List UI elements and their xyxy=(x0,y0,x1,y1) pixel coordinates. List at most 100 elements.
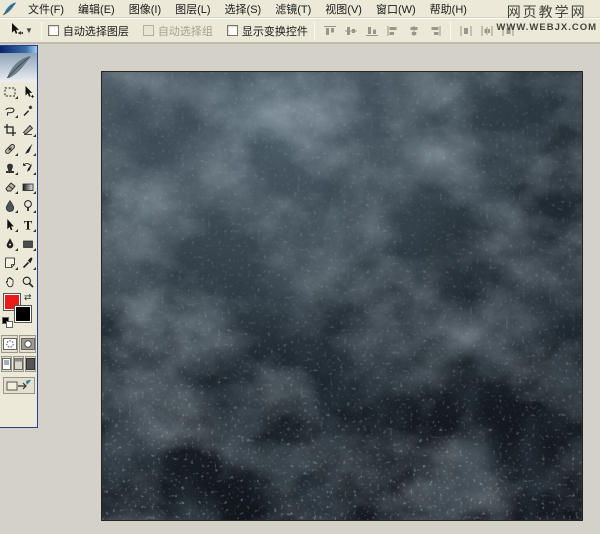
menu-item-window[interactable]: 窗口(W) xyxy=(369,2,423,18)
tool-brush[interactable] xyxy=(19,139,37,158)
chevron-down-icon: ▼ xyxy=(25,25,33,35)
menu-item-help[interactable]: 帮助(H) xyxy=(423,2,474,18)
standard-screen-mode-button[interactable] xyxy=(1,356,12,372)
tool-shape[interactable] xyxy=(19,234,37,253)
tool-history-brush[interactable] xyxy=(19,158,37,177)
grunge-texture-image xyxy=(102,72,582,520)
distribute-horizontal-centers-button[interactable] xyxy=(478,22,496,39)
checkbox-auto-select-group: 自动选择组 xyxy=(142,23,213,39)
fullscreen-menu-icon xyxy=(14,358,23,370)
checkbox-auto-select-layer[interactable]: 自动选择图层 xyxy=(47,23,129,39)
tool-eyedropper[interactable] xyxy=(19,253,37,272)
slice-icon xyxy=(22,124,33,135)
swap-colors-icon[interactable]: ⇄ xyxy=(24,292,32,303)
tool-rectangular-marquee[interactable] xyxy=(1,82,19,101)
align-buttons xyxy=(321,22,444,39)
tools-grid: T xyxy=(0,82,37,291)
tool-preset-picker[interactable]: ▼ xyxy=(6,21,35,40)
imageready-icon xyxy=(6,379,31,390)
tool-move[interactable] xyxy=(19,82,37,101)
tool-slice[interactable] xyxy=(19,120,37,139)
hand-icon xyxy=(5,276,13,287)
tool-path-selection[interactable] xyxy=(1,215,19,234)
checkbox-group: 自动选择图层 自动选择组 显示变换控件 xyxy=(47,23,308,39)
toolbox-palette: T ⇄ xyxy=(0,45,38,428)
color-swatches: ⇄ xyxy=(0,291,37,333)
checkbox-label: 自动选择组 xyxy=(157,25,213,38)
edit-mode-buttons xyxy=(0,333,37,354)
separator xyxy=(40,21,42,40)
tool-eraser[interactable] xyxy=(1,177,19,196)
fullscreen-mode-button[interactable] xyxy=(25,356,36,372)
align-right-edges-button[interactable] xyxy=(426,22,444,39)
align-bottom-edges-button[interactable] xyxy=(363,22,381,39)
quick-mask-icon xyxy=(20,337,35,350)
menu-item-image[interactable]: 图像(I) xyxy=(122,2,168,18)
align-right-edges-icon xyxy=(431,25,441,36)
toolbox-titlebar[interactable] xyxy=(0,46,37,53)
align-top-edges-button[interactable] xyxy=(321,22,339,39)
menu-item-layer[interactable]: 图层(L) xyxy=(168,2,217,18)
tool-pen[interactable] xyxy=(1,234,19,253)
tool-hand[interactable] xyxy=(1,272,19,291)
checkbox-box[interactable] xyxy=(47,25,59,36)
tool-magic-wand[interactable] xyxy=(19,101,37,120)
align-bottom-edges-icon xyxy=(365,26,378,36)
checkbox-show-transform-controls[interactable]: 显示变换控件 xyxy=(226,23,308,39)
menu-item-filter[interactable]: 滤镜(T) xyxy=(268,2,318,18)
shape-icon xyxy=(22,240,33,248)
photoshop-logo[interactable] xyxy=(0,53,37,82)
watermark: 网页教学网 WWW.WEBJX.COM xyxy=(496,4,597,33)
checkbox-box[interactable] xyxy=(226,25,238,36)
screen-mode-buttons xyxy=(0,354,37,374)
tool-dodge[interactable] xyxy=(19,196,37,215)
photoshop-feather-icon xyxy=(2,1,18,16)
jump-to-imageready-button[interactable] xyxy=(2,376,35,394)
quick-mask-mode-button[interactable] xyxy=(19,334,36,353)
healing-icon xyxy=(4,143,15,154)
fullscreen-icon xyxy=(26,358,35,370)
tool-healing-brush[interactable] xyxy=(1,139,19,158)
tool-lasso[interactable] xyxy=(1,101,19,120)
checkbox-label: 自动选择图层 xyxy=(62,25,129,38)
menu-item-edit[interactable]: 编辑(E) xyxy=(71,2,122,18)
standard-mode-button[interactable] xyxy=(1,334,18,353)
align-vertical-centers-button[interactable] xyxy=(342,22,360,39)
tool-zoom[interactable] xyxy=(19,272,37,291)
tool-crop[interactable] xyxy=(1,120,19,139)
lasso-icon xyxy=(5,107,15,116)
tool-clone-stamp[interactable] xyxy=(1,158,19,177)
background-color-swatch[interactable] xyxy=(14,305,32,323)
menu-item-select[interactable]: 选择(S) xyxy=(218,2,269,18)
default-colors-icon[interactable] xyxy=(2,317,14,329)
tool-notes[interactable] xyxy=(1,253,19,272)
jump-to-imageready-row xyxy=(0,374,37,396)
stamp-icon xyxy=(5,163,14,173)
separator xyxy=(449,21,451,40)
checkbox-box xyxy=(142,25,154,36)
tool-type[interactable]: T xyxy=(19,215,37,234)
gradient-icon xyxy=(22,183,33,191)
menu-item-file[interactable]: 文件(F) xyxy=(21,2,71,18)
move-tool-icon xyxy=(8,22,24,39)
align-left-edges-icon xyxy=(387,25,397,36)
document-canvas[interactable] xyxy=(101,71,583,521)
tool-blur[interactable] xyxy=(1,196,19,215)
fullscreen-with-menu-button[interactable] xyxy=(13,356,24,372)
blur-icon xyxy=(5,199,14,212)
align-horizontal-centers-button[interactable] xyxy=(405,22,423,39)
checkbox-label: 显示变换控件 xyxy=(241,25,308,38)
crop-icon xyxy=(3,123,16,136)
zoom-icon xyxy=(22,276,34,288)
tool-gradient[interactable] xyxy=(19,177,37,196)
move-icon xyxy=(25,85,34,98)
brush-icon xyxy=(24,143,32,154)
menu-item-view[interactable]: 视图(V) xyxy=(318,2,369,18)
distribute-left-edges-button[interactable] xyxy=(457,22,475,39)
align-vertical-centers-icon xyxy=(344,26,357,35)
pen-icon xyxy=(6,237,13,248)
align-horizontal-centers-icon xyxy=(410,25,418,36)
marquee-icon xyxy=(4,87,15,96)
align-left-edges-button[interactable] xyxy=(384,22,402,39)
dodge-icon xyxy=(23,199,32,211)
